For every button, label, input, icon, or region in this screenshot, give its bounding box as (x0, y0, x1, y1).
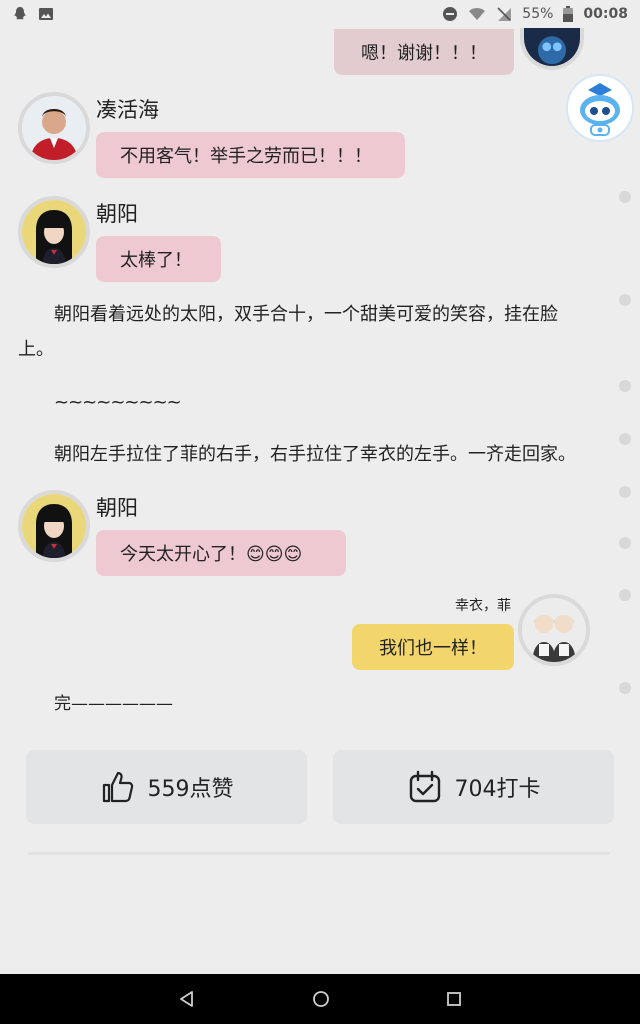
scroll-indicator-dot (619, 380, 631, 392)
checkin-count-label: 704打卡 (454, 777, 541, 802)
chat-bubble-text: 不用客气！举手之劳而已！！！ (120, 146, 372, 167)
calendar-check-icon (407, 769, 443, 805)
status-left (12, 6, 54, 22)
battery-icon (563, 6, 574, 22)
scroll-indicator-dot (619, 589, 631, 601)
like-count-label: 559点赞 (147, 777, 234, 802)
scroll-indicator-dot (619, 433, 631, 445)
scroll-indicator-dot (619, 682, 631, 694)
robot-icon (566, 74, 634, 142)
narration-separator: ~~~~~~~~~ (54, 392, 182, 413)
narration-paragraph-1-line-1: 朝阳看着远处的太阳，双手合十，一个甜美可爱的笑容，挂在脸 (54, 304, 558, 325)
no-signal-icon (496, 6, 512, 22)
avatar-couhuohai[interactable] (18, 92, 90, 164)
narration-end: 完—————— (54, 694, 173, 714)
scroll-indicator-dot (619, 537, 631, 549)
do-not-disturb-icon (442, 6, 458, 22)
chat-bubble-zhaoyang: 太棒了！ (96, 236, 221, 282)
qq-notification-icon (12, 6, 28, 22)
back-icon[interactable] (178, 990, 196, 1008)
chat-bubble-text: 太棒了！ (120, 250, 192, 271)
home-icon[interactable] (312, 990, 330, 1008)
speaker-name-zhaoyang: 朝阳 (96, 202, 138, 226)
speaker-name-zhaoyang-2: 朝阳 (96, 496, 138, 520)
avatar-zhaoyang[interactable] (18, 196, 90, 268)
battery-percent: 55% (522, 6, 554, 22)
thumbs-up-icon (100, 769, 136, 805)
chat-bubble-zhaoyang-2: 今天太开心了！😊😊😊 (96, 530, 346, 576)
chat-bubble-text: 今天太开心了！😊😊😊 (120, 544, 303, 565)
checkin-button[interactable]: 704打卡 (333, 750, 614, 824)
narration-paragraph-1-line-2: 上。 (18, 339, 54, 360)
recents-icon[interactable] (446, 991, 462, 1007)
content-divider (28, 852, 610, 855)
like-button[interactable]: 559点赞 (26, 750, 307, 824)
assistant-robot-button[interactable] (566, 72, 634, 144)
image-notification-icon (38, 6, 54, 22)
scroll-indicator-dot (619, 294, 631, 306)
chat-bubble-text: 嗯！谢谢！！！ (361, 43, 487, 64)
chat-bubble-thanks: 嗯！谢谢！！！ (334, 29, 514, 75)
narration-paragraph-3: 朝阳左手拉住了菲的右手，右手拉住了幸衣的左手。一齐走回家。 (54, 444, 576, 465)
avatar-zhaoyang-2[interactable] (18, 490, 90, 562)
speaker-name-couhuohai: 凑活海 (96, 98, 159, 122)
avatar-xingyi-fei[interactable] (518, 594, 590, 666)
speaker-name-xingyi-fei: 幸衣，菲 (455, 598, 511, 614)
chat-bubble-text: 我们也一样！ (379, 638, 487, 659)
clock: 00:08 (583, 6, 628, 22)
scroll-indicator-dot (619, 486, 631, 498)
wifi-icon (468, 6, 486, 22)
system-nav-bar (0, 974, 640, 1024)
chat-bubble-xingyi-fei: 我们也一样！ (352, 624, 514, 670)
scroll-indicator-dot (619, 191, 631, 203)
status-bar: 55% 00:08 (0, 0, 640, 28)
status-right: 55% 00:08 (442, 6, 628, 22)
chat-bubble-couhuohai: 不用客气！举手之劳而已！！！ (96, 132, 405, 178)
